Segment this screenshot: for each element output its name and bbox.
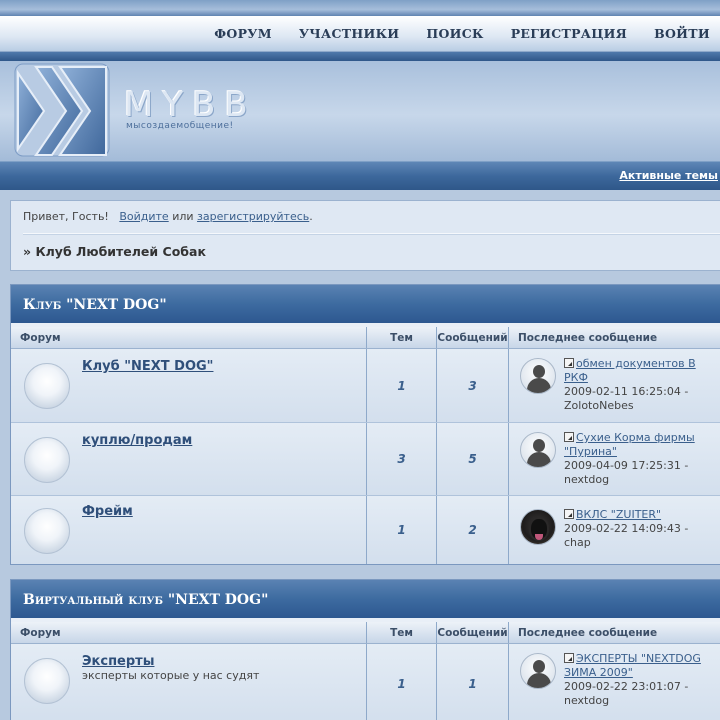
last-post-link[interactable]: Сухие Корма фирмы "Пурина" [564,431,695,458]
secondary-nav: Активные темы [0,161,720,190]
divider [23,233,720,235]
goto-post-icon[interactable] [564,509,574,519]
forum-row: куплю/продам 3 5 Сухие Корма фирмы "Пури… [11,423,720,496]
forum-cell: куплю/продам [11,423,367,495]
logo-slogan: мысоздаемобщение! [126,121,234,131]
forum-row: Эксперты эксперты которые у нас судят 1 … [11,644,720,720]
last-post-cell: Сухие Корма фирмы "Пурина" 2009-04-09 17… [509,423,720,495]
last-post-user[interactable]: nextdog [564,473,609,486]
last-post-cell: обмен документов В РКФ 2009-02-11 16:25:… [509,349,720,422]
forum-topics-count: 1 [367,644,437,720]
col-last-post: Последнее сообщение [518,627,658,639]
category-title[interactable]: Виртуальный клуб "NEXT DOG" [11,580,720,622]
menu-login-link[interactable]: ВОЙТИ [654,26,710,41]
category-title[interactable]: Клуб "NEXT DOG" [11,285,720,327]
col-posts: Сообщений [437,327,509,348]
forum-cell: Фрейм [11,496,367,564]
col-topics: Тем [367,327,437,348]
dog-avatar-icon[interactable] [520,509,556,545]
goto-post-icon[interactable] [564,432,574,442]
user-avatar-icon[interactable] [520,358,556,394]
goto-post-icon[interactable] [564,358,574,368]
menu-members-link[interactable]: УЧАСТНИКИ [299,26,400,41]
forum-cell: Эксперты эксперты которые у нас судят [11,644,367,720]
forum-link[interactable]: Клуб "NEXT DOG" [82,359,213,374]
forum-link[interactable]: Фрейм [82,504,133,519]
forum-topics-count: 3 [367,423,437,495]
user-avatar-icon[interactable] [520,653,556,689]
last-post-link[interactable]: обмен документов В РКФ [564,357,696,384]
top-strip [0,0,720,16]
forum-cell: Клуб "NEXT DOG" [11,349,367,422]
breadcrumb-arrow: » [23,244,32,259]
forum-posts-count: 5 [437,423,509,495]
column-headers: Форум Тем Сообщений Последнее сообщение [11,327,720,349]
guest-greeting-line: Привет, Гость! Войдите или зарегистрируй… [23,210,717,223]
menu-register-link[interactable]: РЕГИСТРАЦИЯ [511,26,627,41]
active-topics-link[interactable]: Активные темы [619,169,718,182]
menu-search-link[interactable]: ПОИСК [426,26,483,41]
last-post-link[interactable]: ВКЛС "ZUITER" [576,508,661,521]
forum-link[interactable]: Эксперты [82,654,259,669]
user-avatar-icon[interactable] [520,432,556,468]
last-post-cell: ВКЛС "ZUITER" 2009-02-22 14:09:43 - chap [509,496,720,564]
main-menu: ФОРУМ УЧАСТНИКИ ПОИСК РЕГИСТРАЦИЯ ВОЙТИ [0,16,720,52]
forum-posts-count: 3 [437,349,509,422]
breadcrumb: » Клуб Любителей Собак [23,244,717,259]
last-post-date: 2009-02-11 16:25:04 - [564,385,689,398]
col-posts: Сообщений [437,622,509,643]
col-topics: Тем [367,622,437,643]
forum-status-icon [24,437,70,483]
register-link[interactable]: зарегистрируйтесь [197,210,309,223]
column-headers: Форум Тем Сообщений Последнее сообщение [11,622,720,644]
forum-link[interactable]: куплю/продам [82,433,192,448]
forum-posts-count: 2 [437,496,509,564]
login-link[interactable]: Войдите [119,210,168,223]
last-post-user[interactable]: chap [564,536,591,549]
forum-row: Фрейм 1 2 ВКЛС "ZUITER" 2009-02-22 14:09… [11,496,720,564]
goto-post-icon[interactable] [564,653,574,663]
forum-status-icon [24,508,70,554]
forum-posts-count: 1 [437,644,509,720]
col-forum: Форум [11,327,367,348]
last-post-link[interactable]: ЭКСПЕРТЫ "NEXTDOG ЗИМА 2009" [564,652,701,679]
last-post-date: 2009-02-22 14:09:43 - [564,522,689,535]
period-text: . [309,210,313,223]
last-post-user[interactable]: nextdog [564,694,609,707]
last-post-date: 2009-02-22 23:01:07 - [564,680,689,693]
menu-divider [0,52,720,61]
category-block: Клуб "NEXT DOG" Форум Тем Сообщений Посл… [10,284,720,565]
forum-status-icon [24,363,70,409]
category-block: Виртуальный клуб "NEXT DOG" Форум Тем Со… [10,579,720,720]
last-post-user[interactable]: ZolotoNebes [564,399,634,412]
greeting-text: Привет, Гость! [23,210,109,223]
site-header: MYBB [0,61,720,169]
col-forum: Форум [11,622,367,643]
forum-status-icon [24,658,70,704]
logo-wordmark: MYBB [124,85,257,125]
forum-topics-count: 1 [367,496,437,564]
or-text: или [172,210,194,223]
last-post-date: 2009-04-09 17:25:31 - [564,459,689,472]
col-last-post: Последнее сообщение [518,332,658,344]
forum-topics-count: 1 [367,349,437,422]
forum-description: эксперты которые у нас судят [82,669,260,682]
forum-row: Клуб "NEXT DOG" 1 3 обмен документов В Р… [11,349,720,423]
welcome-panel: Привет, Гость! Войдите или зарегистрируй… [10,200,720,271]
menu-forum-link[interactable]: ФОРУМ [214,26,272,41]
breadcrumb-current[interactable]: Клуб Любителей Собак [35,244,206,259]
last-post-cell: ЭКСПЕРТЫ "NEXTDOG ЗИМА 2009" 2009-02-22 … [509,644,720,720]
mybb-logo-icon[interactable] [14,63,112,163]
